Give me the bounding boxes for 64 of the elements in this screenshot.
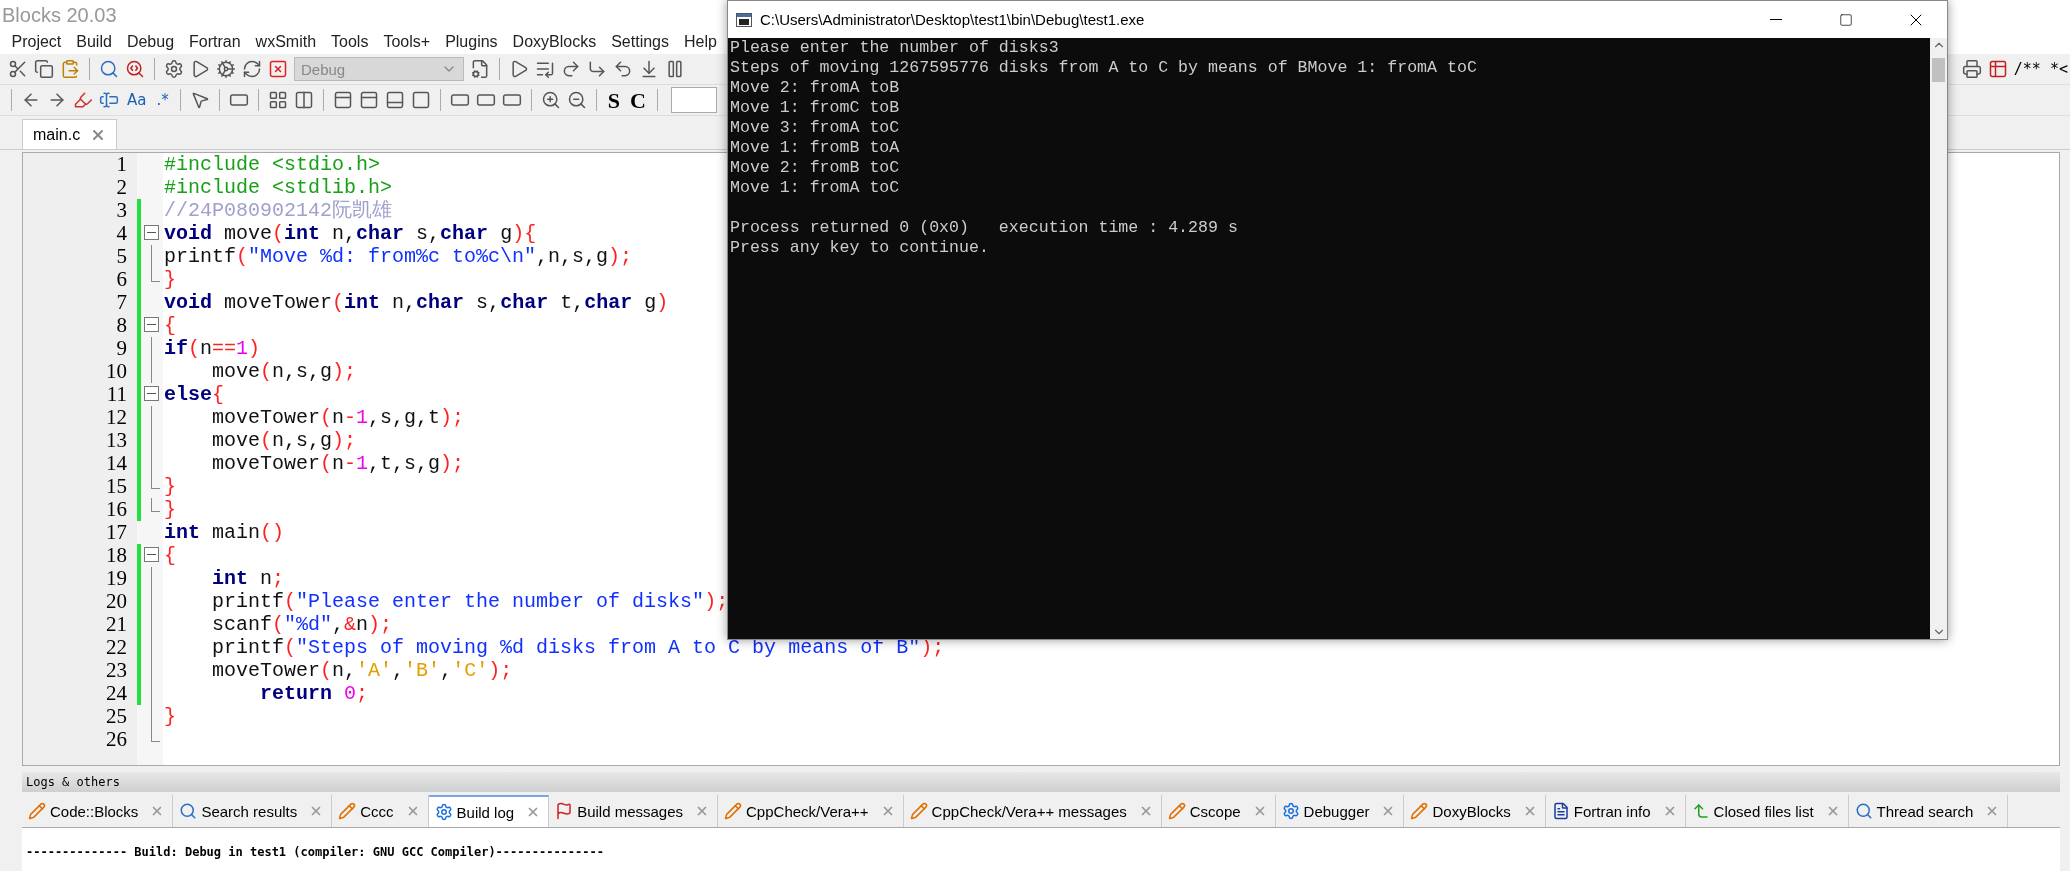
console-title: C:\Users\Administrator\Desktop\test1\bin\Debug\test1.exe [760,11,1146,28]
code-line: } [164,268,176,291]
code-line: move(n,s,g); [211,360,357,383]
console-output-line: Process returned 0 (0x0) execution time : 4.289 s [730,218,1239,238]
code-line: } [164,498,176,521]
line-number: 9 [115,337,128,360]
console-output-line: Move 2: fromA toB [730,78,901,98]
code-line: { [164,544,176,567]
line-number: 19 [105,567,128,590]
code-line: move(n,s,g); [211,429,357,452]
line-number: 10 [105,360,128,383]
line-number: 7 [115,291,128,314]
line-number: 25 [105,705,128,728]
line-number: 14 [105,452,128,475]
code-line: } [164,705,176,728]
code-line: } [164,475,176,498]
code-line: scanf("%d",&n); [211,613,393,636]
console-output-line: Please enter the number of disks3 [730,38,1060,58]
line-number: 18 [105,544,128,567]
code-line: if(n==1) [164,337,261,360]
line-number: 16 [105,498,128,521]
line-number: 11 [105,383,128,406]
code-line: void moveTower(int n,char s,char t,char g) [164,291,669,314]
line-number: 3 [115,199,128,222]
code-line: else{ [164,383,225,406]
line-number: 17 [105,521,128,544]
code-line: int n; [211,567,285,590]
code-line: moveTower(n-1,s,g,t); [211,406,465,429]
code-line: void move(int n,char s,char g){ [164,222,537,245]
line-number: 23 [105,659,128,682]
line-number: 20 [105,590,128,613]
line-number: 4 [115,222,128,245]
line-number: 13 [105,429,128,452]
line-number: 26 [105,728,128,751]
code-line: printf("Please enter the number of disks"); [211,590,729,613]
code-line: #include <stdlib.h> [164,176,393,199]
panel-title: Logs & others [22,772,2060,792]
code-line: { [164,314,176,337]
line-number: 6 [115,268,128,291]
code-line: moveTower(n,'A','B','C'); [211,659,513,682]
console-output-line: Press any key to continue. [730,238,990,258]
code-line: int main() [164,521,285,544]
console-output-line: Move 2: fromB toC [730,158,901,178]
line-number: 12 [105,406,128,429]
code-line: printf("Move %d: from%c to%c\n",n,s,g); [164,245,633,268]
console-output-line: Move 1: fromA toC [730,178,901,198]
console-output-line: Move 1: fromB toA [730,138,901,158]
line-number: 8 [115,314,128,337]
build-log-line: -------------- Build: Debug in test1 (compiler: GNU GCC Compiler)--------------- [26,845,604,859]
code-line: //24P080902142阮凯雄 [164,199,393,222]
line-number: 1 [115,153,128,176]
line-number: 22 [105,636,128,659]
console-output-line: Move 3: fromA toC [730,118,901,138]
console-output-line: Move 1: fromC toB [730,98,901,118]
line-number: 5 [115,245,128,268]
window-title: Blocks 20.03 [2,3,117,27]
line-number: 24 [105,682,128,705]
console-output-line: Steps of moving 1267595776 disks from A to C by means of BMove 1: fromA toC [730,58,1478,78]
code-line: #include <stdio.h> [164,153,381,176]
code-line: return 0; [259,682,369,705]
line-number: 21 [105,613,128,636]
code-line: moveTower(n-1,t,s,g); [211,452,465,475]
line-number: 2 [115,176,128,199]
line-number: 15 [105,475,128,498]
